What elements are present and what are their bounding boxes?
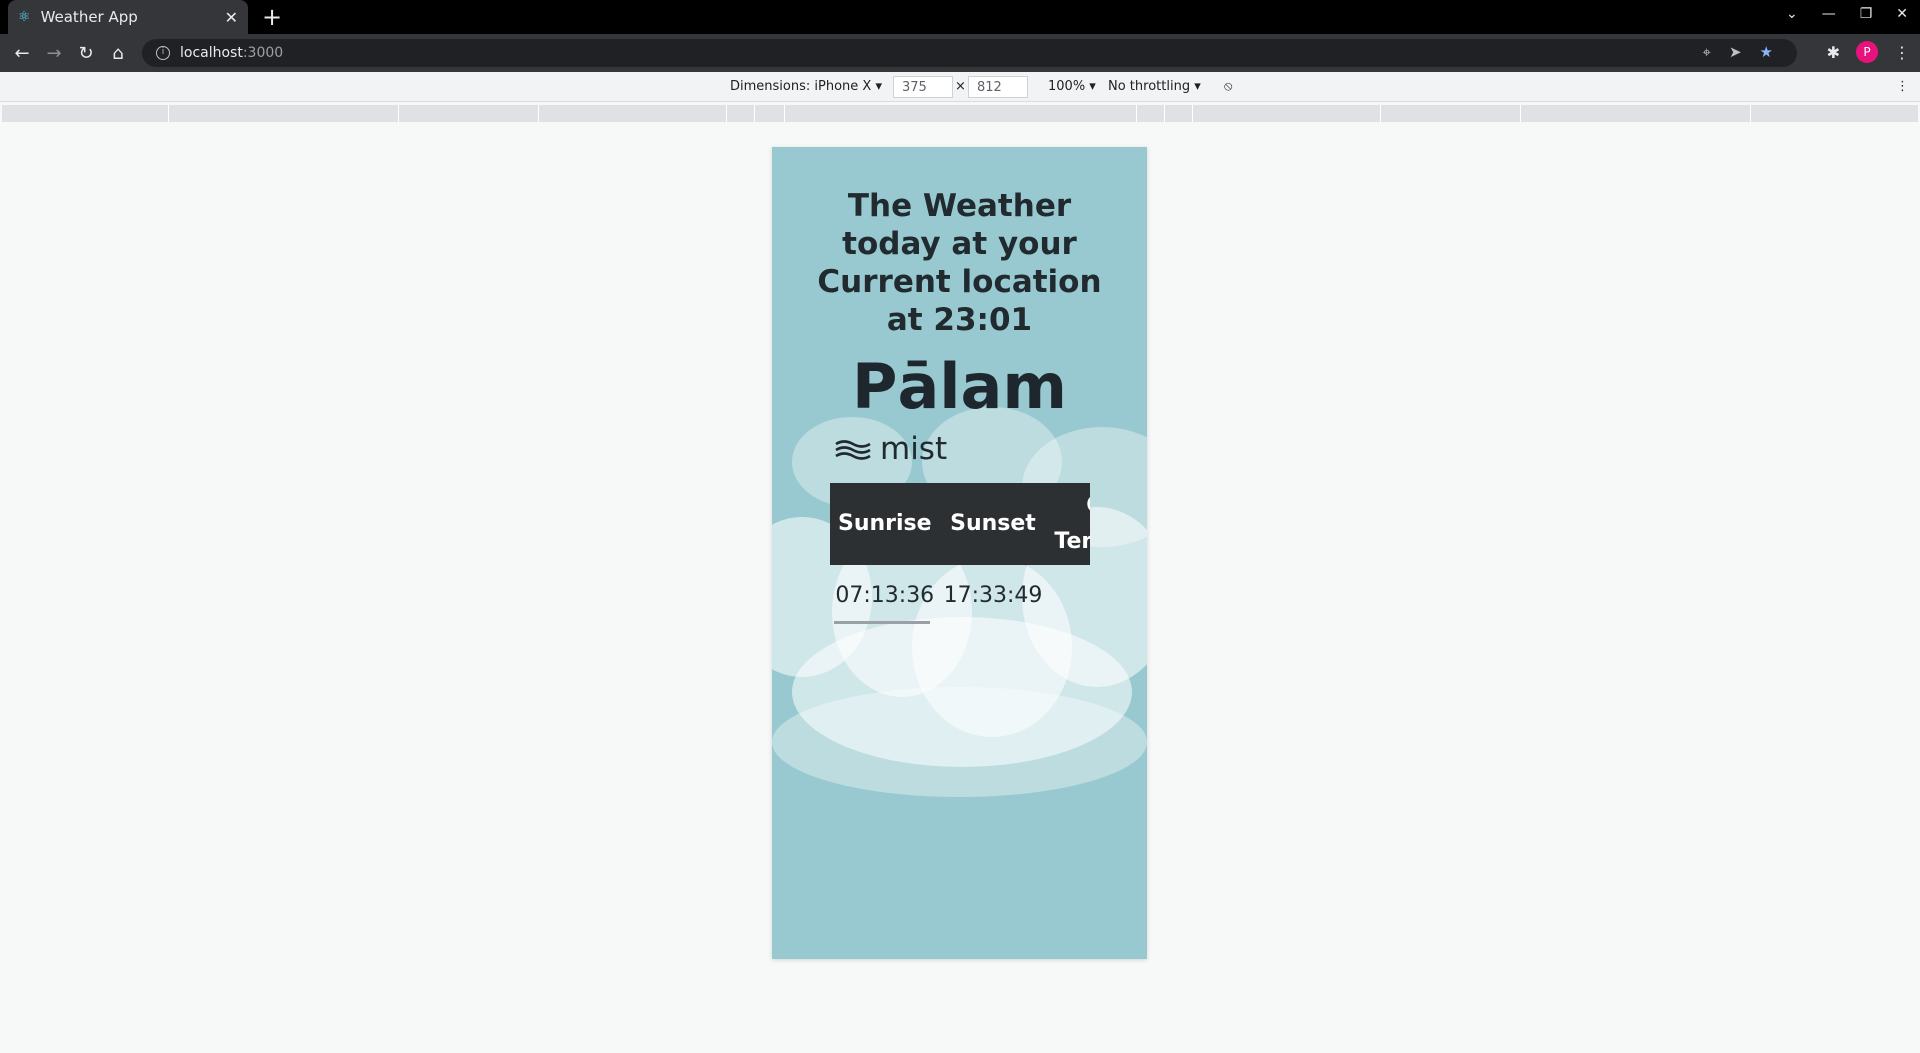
weather-table: Sunrise Sunset Current Temperature 07:13… xyxy=(830,483,1090,615)
page-heading: The Weather today at your Current locati… xyxy=(817,188,1102,338)
zoom-select[interactable]: 100% ▾ xyxy=(1048,79,1096,94)
url-text: localhost:3000 xyxy=(180,45,284,61)
rotate-icon[interactable]: ⦸ xyxy=(1224,79,1232,94)
react-favicon-icon: ⚛ xyxy=(18,9,31,25)
width-input[interactable] xyxy=(893,76,953,98)
tab-search-icon[interactable]: ⌄ xyxy=(1786,6,1798,22)
browser-tab-strip: ⚛ Weather App ✕ + ⌄ — ❐ ✕ xyxy=(0,0,1920,34)
reload-icon[interactable]: ↻ xyxy=(70,43,102,64)
times-sign: × xyxy=(955,79,966,94)
forward-icon[interactable]: → xyxy=(38,43,70,64)
mist-icon xyxy=(835,440,871,460)
devtools-more-icon[interactable]: ⋮ xyxy=(1896,79,1909,94)
site-info-icon[interactable]: i xyxy=(156,46,170,60)
browser-tab[interactable]: ⚛ Weather App ✕ xyxy=(8,0,248,34)
table-row: 07:13:36 17:33:49 1 xyxy=(830,565,1090,615)
close-window-icon[interactable]: ✕ xyxy=(1896,6,1908,22)
address-bar[interactable]: i localhost:3000 ⌖ ➤ ★ xyxy=(142,39,1797,67)
send-icon[interactable]: ➤ xyxy=(1729,43,1742,61)
back-icon[interactable]: ← xyxy=(6,43,38,64)
sunrise-value: 07:13:36 xyxy=(835,582,935,608)
home-icon[interactable]: ⌂ xyxy=(102,43,134,64)
throttling-select[interactable]: No throttling ▾ xyxy=(1108,79,1201,94)
temperature-header: Current Temperature xyxy=(1054,493,1090,554)
device-toolbar: Dimensions: iPhone X ▾ × 100% ▾ No throt… xyxy=(0,72,1920,102)
table-header-row: Sunrise Sunset Current Temperature xyxy=(830,483,1090,565)
media-query-bar[interactable] xyxy=(2,105,1918,122)
weather-table-container: Sunrise Sunset Current Temperature 07:13… xyxy=(830,483,1090,683)
bookmark-star-icon[interactable]: ★ xyxy=(1760,43,1773,61)
minimize-icon[interactable]: — xyxy=(1822,6,1836,22)
sunset-value: 17:33:49 xyxy=(943,582,1043,608)
city-name: Pālam xyxy=(852,350,1067,423)
horizontal-scrollbar[interactable] xyxy=(834,621,930,624)
avatar[interactable]: P xyxy=(1856,41,1878,63)
address-bar-icons: ⌖ ➤ ★ xyxy=(1703,43,1773,61)
menu-icon[interactable]: ⋮ xyxy=(1894,43,1910,62)
condition-text: mist xyxy=(880,431,948,467)
location-icon[interactable]: ⌖ xyxy=(1703,43,1711,61)
height-input[interactable] xyxy=(968,76,1028,98)
toolbar-right: ✱ P ⋮ xyxy=(1827,41,1910,63)
extensions-icon[interactable]: ✱ xyxy=(1827,43,1840,62)
sunrise-header: Sunrise xyxy=(838,511,932,536)
tab-title: Weather App xyxy=(40,8,138,26)
weather-condition: mist xyxy=(834,431,947,467)
close-tab-icon[interactable]: ✕ xyxy=(225,8,238,27)
temperature-value: 1 xyxy=(1046,565,1090,615)
window-controls: ⌄ — ❐ ✕ xyxy=(1786,6,1908,22)
sunset-header: Sunset xyxy=(950,511,1036,536)
new-tab-icon[interactable]: + xyxy=(262,3,282,31)
device-viewport: The Weather today at your Current locati… xyxy=(772,147,1147,959)
dimensions-select[interactable]: Dimensions: iPhone X ▾ xyxy=(730,79,882,94)
restore-icon[interactable]: ❐ xyxy=(1860,6,1873,22)
browser-toolbar: ← → ↻ ⌂ i localhost:3000 ⌖ ➤ ★ ✱ P ⋮ xyxy=(0,34,1920,72)
